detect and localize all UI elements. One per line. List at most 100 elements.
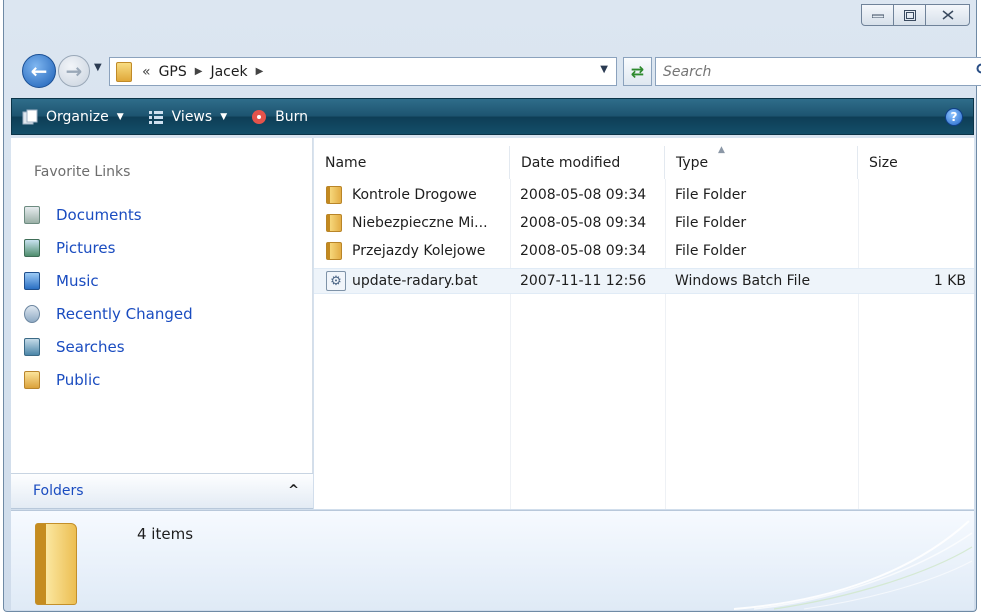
recently-changed-icon <box>24 304 40 323</box>
public-folder-icon <box>24 370 40 389</box>
decorative-swoosh <box>733 520 973 610</box>
file-name-cell: ⚙ update-radary.bat <box>314 268 510 294</box>
favorite-link-music[interactable]: Music <box>24 264 193 297</box>
burn-button[interactable]: Burn <box>251 109 308 125</box>
favorite-link-recently-changed[interactable]: Recently Changed <box>24 297 193 330</box>
column-header-row: Name Date modified ▲ Type Size <box>314 145 974 179</box>
file-row[interactable]: ⚙ update-radary.bat 2007-11-11 12:56 Win… <box>314 268 974 294</box>
file-date: 2008-05-08 09:34 <box>520 187 647 203</box>
back-arrow-icon: ← <box>30 59 48 83</box>
folder-icon <box>326 186 342 204</box>
file-type: Windows Batch File <box>675 273 811 289</box>
column-header-name[interactable]: Name <box>314 146 510 179</box>
folders-toggle[interactable]: Folders ^ <box>11 473 313 509</box>
close-icon <box>942 10 953 20</box>
details-pane: 4 items <box>11 510 974 610</box>
favorite-link-label: Music <box>56 271 99 290</box>
folder-icon <box>35 523 77 605</box>
favorite-link-public[interactable]: Public <box>24 363 193 396</box>
burn-disc-icon <box>252 109 267 124</box>
file-row[interactable]: Kontrole Drogowe 2008-05-08 09:34 File F… <box>314 182 974 208</box>
close-button[interactable] <box>925 4 970 26</box>
folders-label: Folders <box>33 483 84 499</box>
folder-icon <box>116 61 132 82</box>
views-dropdown-icon: ▼ <box>220 111 228 122</box>
favorite-links-list: Documents Pictures Music Recently Change… <box>24 198 193 396</box>
file-date: 2007-11-11 12:56 <box>520 273 647 289</box>
views-button[interactable]: Views ▼ <box>148 109 227 125</box>
search-box[interactable] <box>655 57 981 86</box>
searches-icon <box>24 337 40 356</box>
file-type: File Folder <box>675 215 747 231</box>
minimize-button[interactable] <box>861 4 894 26</box>
file-date: 2008-05-08 09:34 <box>520 215 647 231</box>
documents-icon <box>24 205 40 224</box>
column-header-type[interactable]: ▲ Type <box>665 145 858 179</box>
file-date: 2008-05-08 09:34 <box>520 243 647 259</box>
breadcrumb-arrow-icon[interactable]: ▶ <box>195 66 203 77</box>
address-bar[interactable]: « GPS ▶ Jacek ▶ ▼ <box>109 57 617 86</box>
file-name-cell: Niebezpieczne Mi... <box>314 210 510 236</box>
sort-ascending-icon: ▲ <box>718 145 725 155</box>
file-size <box>858 238 974 264</box>
back-button[interactable]: ← <box>22 54 56 88</box>
favorite-link-label: Searches <box>56 337 125 356</box>
favorite-link-searches[interactable]: Searches <box>24 330 193 363</box>
address-dropdown-icon[interactable]: ▼ <box>600 64 608 75</box>
search-input[interactable] <box>663 63 943 80</box>
navigation-pane: Favorite Links Documents Pictures Music … <box>11 138 313 508</box>
refresh-icon: ⇄ <box>630 62 645 81</box>
breadcrumb-jacek[interactable]: Jacek <box>210 64 247 80</box>
file-name: Niebezpieczne Mi... <box>352 215 488 231</box>
maximize-button[interactable] <box>893 4 926 26</box>
help-icon[interactable]: ? <box>945 108 963 126</box>
organize-button[interactable]: Organize ▼ <box>22 109 124 125</box>
file-size: 1 KB <box>933 273 966 289</box>
file-name: Kontrole Drogowe <box>352 187 477 203</box>
views-label: Views <box>171 108 213 125</box>
file-row[interactable]: Przejazdy Kolejowe 2008-05-08 09:34 File… <box>314 238 974 264</box>
folder-icon <box>326 242 342 260</box>
forward-arrow-icon: → <box>65 59 83 83</box>
minimize-icon <box>871 14 884 18</box>
music-icon <box>24 271 40 290</box>
file-name: update-radary.bat <box>352 273 478 289</box>
organize-icon <box>22 109 38 124</box>
batch-file-icon: ⚙ <box>326 271 346 291</box>
breadcrumb-arrow-icon[interactable]: ▶ <box>256 66 264 77</box>
chevron-up-icon: ^ <box>288 483 299 498</box>
forward-button[interactable]: → <box>58 55 90 87</box>
favorite-link-label: Pictures <box>56 238 116 257</box>
breadcrumb-gps[interactable]: GPS <box>159 64 187 80</box>
refresh-button[interactable]: ⇄ <box>623 57 652 86</box>
column-header-size[interactable]: Size <box>858 146 974 179</box>
file-size <box>858 182 974 208</box>
maximize-icon <box>903 9 916 21</box>
command-toolbar: Organize ▼ Views ▼ Burn ? <box>11 98 974 135</box>
file-name-cell: Przejazdy Kolejowe <box>314 238 510 264</box>
burn-label: Burn <box>275 108 308 125</box>
favorite-link-pictures[interactable]: Pictures <box>24 231 193 264</box>
favorite-link-label: Documents <box>56 205 142 224</box>
file-type: File Folder <box>675 243 747 259</box>
favorite-links-title: Favorite Links <box>34 164 131 180</box>
item-count: 4 items <box>137 525 194 543</box>
column-header-date-modified[interactable]: Date modified <box>510 146 665 179</box>
file-name-cell: Kontrole Drogowe <box>314 182 510 208</box>
file-type: File Folder <box>675 187 747 203</box>
file-name: Przejazdy Kolejowe <box>352 243 486 259</box>
views-icon <box>148 110 163 124</box>
favorite-link-documents[interactable]: Documents <box>24 198 193 231</box>
favorite-link-label: Recently Changed <box>56 304 193 323</box>
file-size <box>858 210 974 236</box>
breadcrumb-overflow[interactable]: « <box>142 64 151 80</box>
caption-buttons <box>861 4 970 26</box>
favorite-link-label: Public <box>56 370 101 389</box>
address-row: ← → ▼ « GPS ▶ Jacek ▶ ▼ ⇄ <box>14 52 981 92</box>
recent-pages-dropdown[interactable]: ▼ <box>94 62 102 73</box>
search-icon[interactable] <box>976 63 981 77</box>
file-row[interactable]: Niebezpieczne Mi... 2008-05-08 09:34 Fil… <box>314 210 974 236</box>
organize-dropdown-icon: ▼ <box>116 111 124 122</box>
file-list-pane: Name Date modified ▲ Type Size Kontrole … <box>314 138 974 509</box>
folder-icon <box>326 214 342 232</box>
